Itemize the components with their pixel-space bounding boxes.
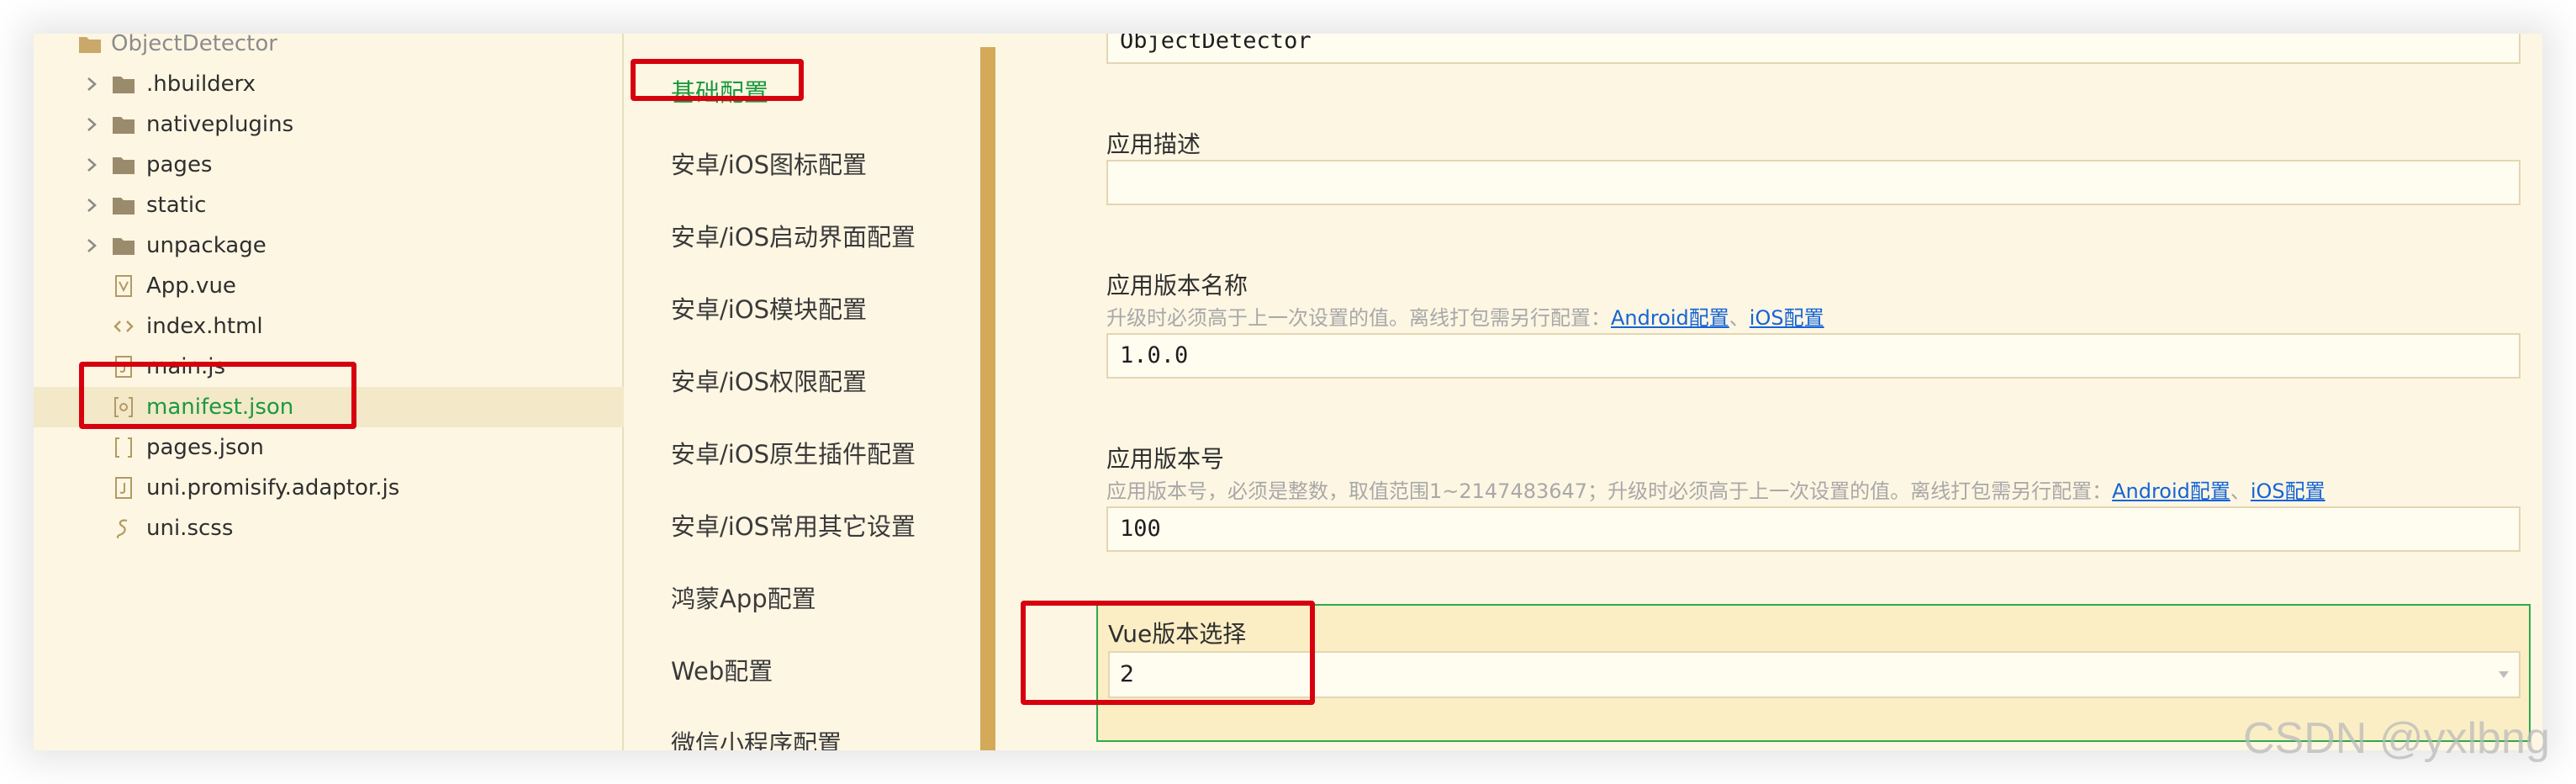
tree-item-label: App.vue [146,273,236,299]
html-file-icon [113,320,134,332]
manifest-settings-nav: 基础配置 安卓/iOS图标配置 安卓/iOS启动界面配置 安卓/iOS模块配置 … [626,34,997,750]
json-file-icon [115,437,132,458]
description-input[interactable] [1106,160,2521,205]
nav-item-other-settings[interactable]: 安卓/iOS常用其它设置 [671,505,916,548]
chevron-right-icon[interactable] [82,234,101,257]
chevron-right-icon[interactable] [82,72,101,96]
tree-item-label: index.html [146,314,263,339]
tree-item-uni-promisify-adaptor-js[interactable]: uni.promisify.adaptor.js [34,468,624,508]
nav-item-icon-config[interactable]: 安卓/iOS图标配置 [671,143,867,187]
version-name-hint-text: 升级时必须高于上一次设置的值。离线打包需另行配置： [1106,306,1611,330]
tree-item-app-vue[interactable]: App.vue [34,266,624,306]
version-name-hint: 升级时必须高于上一次设置的值。离线打包需另行配置：Android配置、iOS配置 [1106,301,1824,331]
tree-item-label: uni.scss [146,516,234,541]
chevron-right-icon[interactable] [82,193,101,217]
version-code-hint-text: 应用版本号，必须是整数，取值范围1~2147483647；升级时必须高于上一次设… [1106,479,2113,503]
nav-item-splash-config[interactable]: 安卓/iOS启动界面配置 [671,215,916,259]
tree-item-label: pages [146,152,213,177]
chevron-right-icon[interactable] [82,113,101,136]
ios-config-link[interactable]: iOS配置 [2251,479,2325,503]
tree-root-row[interactable]: ObjectDetector [34,34,624,64]
folder-icon [113,238,135,255]
tree-item-index-html[interactable]: index.html [34,306,624,347]
annotation-box-manifest-json [79,362,356,429]
android-config-link[interactable]: Android配置 [2112,479,2230,503]
tree-item-label: static [146,193,207,218]
vue-file-icon [115,275,132,297]
tree-item-pages-json[interactable]: pages.json [34,427,624,468]
version-code-label: 应用版本号 [1106,445,1225,473]
nav-item-harmony-config[interactable]: 鸿蒙App配置 [671,577,816,621]
version-name-input[interactable]: 1.0.0 [1106,333,2521,379]
scss-file-icon [116,519,128,539]
nav-item-wechat-miniprogram-config[interactable]: 微信小程序配置 [671,722,842,750]
tree-item-unpackage[interactable]: unpackage [34,225,624,266]
ios-config-link[interactable]: iOS配置 [1750,306,1824,330]
dropdown-arrow-icon[interactable] [2497,670,2510,680]
app-name-input[interactable]: ObjectDetector [1106,34,2521,64]
chevron-right-icon[interactable] [82,153,101,177]
folder-icon [113,77,135,93]
version-code-input[interactable]: 100 [1106,506,2521,552]
folder-icon [113,157,135,174]
link-separator: 、 [1729,306,1750,330]
folder-icon [113,198,135,215]
tree-item-label: pages.json [146,435,264,460]
folder-icon [113,117,135,134]
android-config-link[interactable]: Android配置 [1611,306,1729,330]
tree-item-nativeplugins[interactable]: nativeplugins [34,104,624,145]
version-name-label: 应用版本名称 [1106,272,1248,299]
nav-item-web-config[interactable]: Web配置 [671,649,773,693]
tree-item-uni-scss[interactable]: uni.scss [34,508,624,548]
tree-item-static[interactable]: static [34,185,624,225]
annotation-box-vue-version [1021,601,1315,705]
annotation-box-basic-config [631,59,804,101]
tree-item-label: .hbuilderx [146,72,256,97]
nav-divider-bar [980,47,995,750]
tree-root-label: ObjectDetector [111,34,277,56]
version-code-hint: 应用版本号，必须是整数，取值范围1~2147483647；升级时必须高于上一次设… [1106,474,2325,504]
tree-item-label: unpackage [146,233,267,258]
watermark: CSDN @yxlbng [2243,714,2550,763]
vue-version-select[interactable]: 2 [1108,651,2521,698]
tree-item-label: nativeplugins [146,112,294,137]
link-separator: 、 [2230,479,2251,503]
nav-item-permission-config[interactable]: 安卓/iOS权限配置 [671,360,867,404]
nav-item-native-plugin-config[interactable]: 安卓/iOS原生插件配置 [671,432,916,476]
nav-item-module-config[interactable]: 安卓/iOS模块配置 [671,288,867,331]
folder-icon [79,37,101,53]
tree-item-pages[interactable]: pages [34,145,624,185]
editor-window: ObjectDetector .hbuilderx nativeplugins … [34,34,2542,750]
tree-item-hbuilderx[interactable]: .hbuilderx [34,64,624,104]
tree-item-label: uni.promisify.adaptor.js [146,475,400,501]
description-label: 应用描述 [1106,130,1201,158]
js-file-icon [115,477,132,499]
